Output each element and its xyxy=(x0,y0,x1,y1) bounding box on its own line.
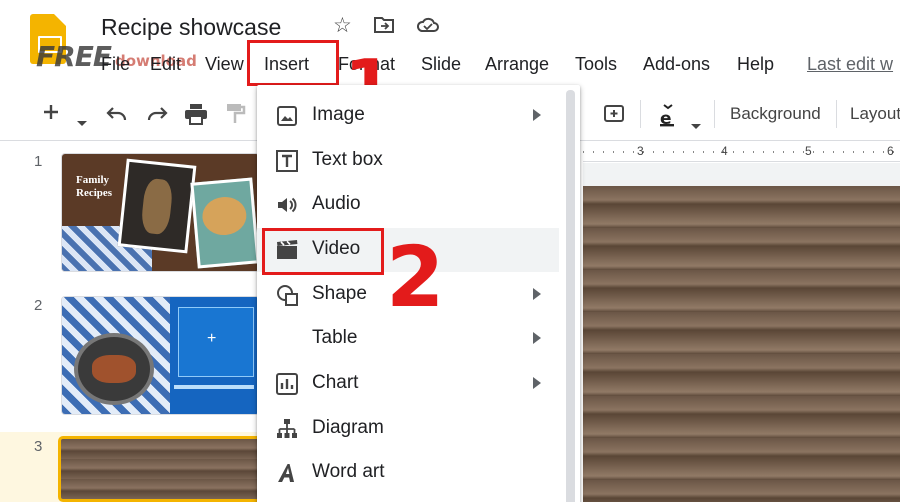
menu-edit[interactable]: Edit xyxy=(150,54,181,75)
slide-thumbnail-3[interactable] xyxy=(58,436,263,502)
image-placeholder xyxy=(178,307,254,377)
insert-menu-item-image[interactable]: Image xyxy=(257,94,559,138)
image-icon xyxy=(275,104,299,128)
insert-menu-item-chart[interactable]: Chart xyxy=(257,362,559,406)
food-photo xyxy=(117,158,197,254)
insert-menu-item-diagram[interactable]: Diagram xyxy=(257,407,559,451)
undo-icon[interactable] xyxy=(105,104,129,126)
insert-menu-item-word-art[interactable]: Word art xyxy=(257,451,559,495)
insert-highlight-box xyxy=(247,40,339,86)
last-edit-link[interactable]: Last edit w xyxy=(807,54,893,75)
insert-comment-icon[interactable] xyxy=(603,104,625,130)
ruler-mark: 3 xyxy=(637,144,644,158)
menu-file[interactable]: File xyxy=(101,54,130,75)
slide-number: 2 xyxy=(34,297,43,314)
ruler-mark: 4 xyxy=(721,144,728,158)
text-box-icon xyxy=(275,149,299,173)
slide-thumbnail-1[interactable]: Family Recipes xyxy=(61,153,260,272)
menu-view[interactable]: View xyxy=(205,54,244,75)
input-tools-dropdown-icon[interactable] xyxy=(691,112,701,134)
video-highlight-box xyxy=(262,228,384,275)
ruler-ticks xyxy=(583,151,900,153)
diagram-icon xyxy=(275,417,299,441)
shape-icon xyxy=(275,283,299,307)
step-2-annotation: 2 xyxy=(386,228,445,326)
new-slide-dropdown-icon[interactable] xyxy=(76,110,88,132)
print-icon[interactable] xyxy=(184,103,208,129)
audio-icon xyxy=(275,193,299,217)
cloud-saved-icon[interactable] xyxy=(416,15,440,37)
slide-number: 1 xyxy=(34,153,43,170)
slides-app-window: FREE download Recipe showcase ☆ File Edit… xyxy=(0,0,900,502)
insert-menu-item-text-box[interactable]: Text box xyxy=(257,139,559,183)
submenu-arrow-icon xyxy=(533,332,541,344)
submenu-arrow-icon xyxy=(533,288,541,300)
menu-scrollbar[interactable] xyxy=(566,90,575,502)
new-slide-icon[interactable] xyxy=(42,103,60,125)
slide-1-title: Family Recipes xyxy=(76,174,113,199)
pie-photo xyxy=(190,177,259,269)
star-icon[interactable]: ☆ xyxy=(333,15,352,36)
menu-slide[interactable]: Slide xyxy=(421,54,461,75)
pan-photo xyxy=(74,333,154,405)
toolbar-divider xyxy=(836,100,837,128)
canvas-margin xyxy=(583,163,900,186)
menu-arrange[interactable]: Arrange xyxy=(485,54,549,75)
insert-menu-item-audio[interactable]: Audio xyxy=(257,183,559,227)
toolbar-divider xyxy=(640,100,641,128)
text-placeholder xyxy=(174,385,254,389)
submenu-arrow-icon xyxy=(533,109,541,121)
ruler-mark: 6 xyxy=(887,144,894,158)
menu-help[interactable]: Help xyxy=(737,54,774,75)
ruler-mark: 5 xyxy=(805,144,812,158)
menu-add-ons[interactable]: Add-ons xyxy=(643,54,710,75)
background-button[interactable]: Background xyxy=(730,104,821,124)
submenu-arrow-icon xyxy=(533,377,541,389)
word-art-icon xyxy=(275,461,299,485)
menu-tools[interactable]: Tools xyxy=(575,54,617,75)
slide-canvas-wood-background[interactable] xyxy=(583,186,900,502)
slide-number: 3 xyxy=(34,438,43,455)
input-tools-icon[interactable]: e xyxy=(657,103,679,131)
slide-thumbnail-2[interactable] xyxy=(61,296,260,415)
paint-format-icon[interactable] xyxy=(226,103,246,129)
document-title[interactable]: Recipe showcase xyxy=(101,14,281,41)
redo-icon[interactable] xyxy=(145,104,169,126)
chart-icon xyxy=(275,372,299,396)
toolbar-divider xyxy=(714,100,715,128)
layout-button[interactable]: Layout xyxy=(850,104,900,124)
move-to-folder-icon[interactable] xyxy=(373,15,395,39)
